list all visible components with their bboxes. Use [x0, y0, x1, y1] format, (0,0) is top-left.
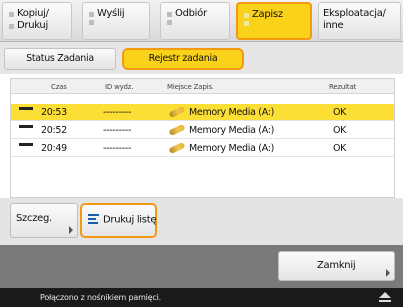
tab-indicator-icon	[9, 11, 14, 17]
row-location-text: Memory Media (A:)	[189, 143, 275, 154]
table-header: Czas ID wydz. Miejsce Zapis. Rezultat	[11, 79, 394, 94]
tab-store-label: Zapisz	[252, 9, 283, 20]
header-dept-id: ID wydz.	[105, 83, 134, 91]
table-row[interactable]: 20:52 --------- Memory Media (A:) OK	[11, 122, 394, 139]
details-button-label: Szczeg.	[16, 213, 52, 224]
row-result: OK	[333, 143, 347, 154]
eject-icon[interactable]	[379, 292, 391, 303]
status-bar: Połączono z nośnikiem pamięci.	[0, 288, 403, 307]
memory-media-icon	[168, 123, 186, 136]
sub-tab-area: Status Zadania Rejestr zadania	[0, 42, 403, 74]
row-location: Memory Media (A:)	[168, 141, 275, 154]
tab-indicator-icon	[244, 21, 249, 26]
row-result: OK	[333, 107, 347, 118]
list-icon	[88, 213, 99, 224]
tab-job-status-label: Status Zadania	[26, 53, 94, 64]
tab-job-status[interactable]: Status Zadania	[4, 48, 116, 70]
row-dept-id: ---------	[103, 143, 132, 154]
status-message: Połączono z nośnikiem pamięci.	[40, 293, 161, 302]
row-time: 20:49	[41, 143, 67, 154]
row-dept-id: ---------	[103, 125, 132, 136]
print-list-content: Drukuj listę	[88, 214, 156, 226]
action-area: Szczeg. Drukuj listę	[0, 198, 403, 245]
close-button-label: Zamknij	[317, 260, 356, 271]
row-time: 20:53	[41, 107, 67, 118]
tab-indicator-icon	[89, 20, 94, 25]
tab-copy-print[interactable]: Kopiuj/ Drukuj	[2, 2, 72, 40]
print-list-label: Drukuj listę	[103, 214, 157, 226]
tab-job-log[interactable]: Rejestr zadania	[122, 48, 244, 70]
tab-store[interactable]: Zapisz	[236, 2, 312, 40]
close-button[interactable]: Zamknij	[278, 251, 395, 281]
tab-copy-print-label-1: Kopiuj/	[17, 8, 49, 19]
row-time: 20:52	[41, 125, 67, 136]
row-location-text: Memory Media (A:)	[189, 125, 275, 136]
tab-receive-label: Odbiór	[175, 8, 207, 19]
table-row[interactable]: 20:53 --------- Memory Media (A:) OK	[11, 104, 394, 121]
tab-send[interactable]: Wyślij	[82, 2, 150, 40]
tab-indicator-icon	[89, 11, 94, 17]
arrow-right-icon	[69, 226, 73, 234]
header-time: Czas	[51, 83, 67, 91]
row-mark-icon	[19, 143, 33, 146]
tab-indicator-icon	[167, 20, 172, 25]
memory-media-icon	[168, 141, 186, 154]
job-log-table: Czas ID wydz. Miejsce Zapis. Rezultat 20…	[10, 78, 395, 198]
row-location-text: Memory Media (A:)	[189, 107, 275, 118]
print-list-button[interactable]: Drukuj listę	[80, 203, 157, 238]
row-dept-id: ---------	[103, 107, 132, 118]
header-result: Rezultat	[329, 83, 357, 91]
tab-indicator-icon	[9, 23, 14, 29]
row-location: Memory Media (A:)	[168, 105, 275, 118]
table-row[interactable]: 20:49 --------- Memory Media (A:) OK	[11, 140, 394, 157]
row-mark-icon	[19, 125, 33, 128]
memory-media-icon	[168, 105, 186, 118]
details-button[interactable]: Szczeg.	[10, 203, 78, 238]
selection-mark-icon	[19, 107, 33, 110]
tab-indicator-icon	[244, 12, 249, 18]
tab-send-label: Wyślij	[97, 8, 125, 19]
header-location: Miejsce Zapis.	[167, 83, 214, 91]
row-result: OK	[333, 125, 347, 136]
tab-maintenance-label-2: inne	[323, 20, 344, 31]
tab-maintenance-label-1: Eksploatacja/	[323, 8, 386, 19]
tab-receive[interactable]: Odbiór	[160, 2, 230, 40]
tab-copy-print-label-2: Drukuj	[17, 20, 48, 31]
tab-indicator-icon	[167, 11, 172, 17]
row-location: Memory Media (A:)	[168, 123, 275, 136]
tab-job-log-label: Rejestr zadania	[148, 53, 218, 64]
bottom-panel: Zamknij	[0, 245, 403, 288]
arrow-right-icon	[386, 269, 390, 277]
tab-maintenance-other[interactable]: Eksploatacja/ inne	[318, 2, 401, 40]
main-tab-bar: Kopiuj/ Drukuj Wyślij Odbiór Zapisz Eksp…	[0, 0, 403, 42]
